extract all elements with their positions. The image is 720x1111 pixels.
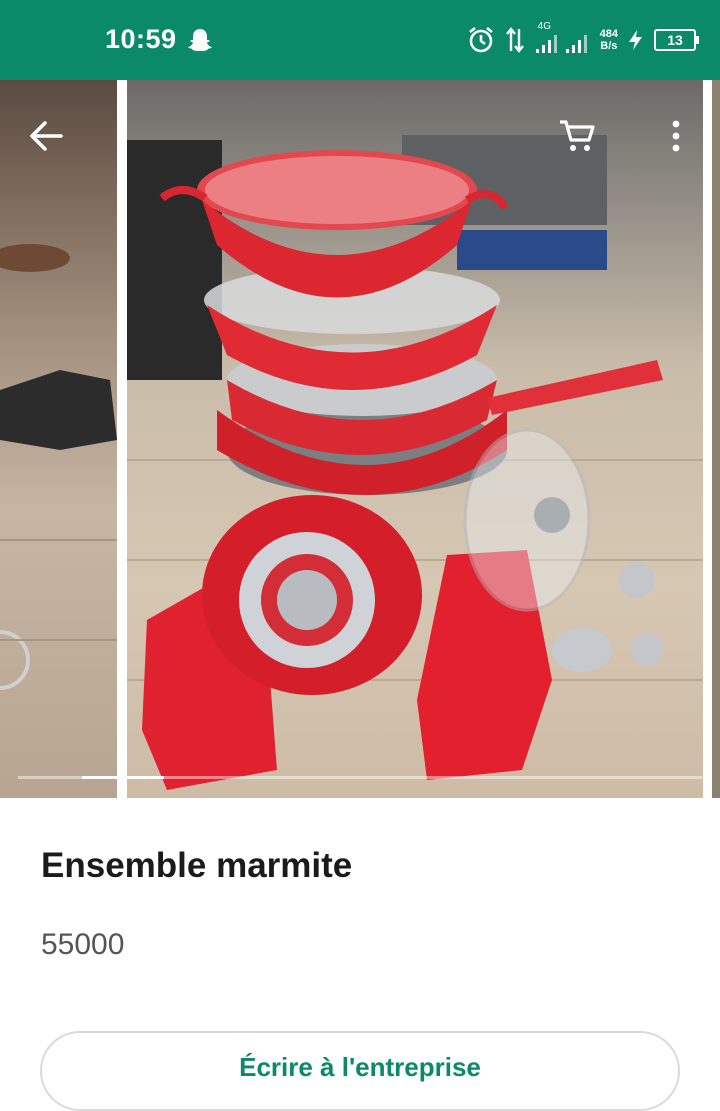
- signal-group: 4G: [534, 21, 592, 55]
- gallery-image-next[interactable]: [712, 80, 720, 798]
- product-title: Ensemble marmite: [41, 846, 353, 885]
- cart-icon[interactable]: [558, 118, 598, 154]
- alarm-icon: [468, 26, 493, 53]
- gallery-image-previous[interactable]: [0, 80, 117, 798]
- charging-icon: [629, 30, 642, 50]
- snapchat-ghost-icon: [188, 29, 212, 51]
- data-arrows-icon: [505, 27, 524, 53]
- status-icons: 4G 484 B/s 13: [466, 21, 699, 58]
- product-image-gallery[interactable]: [0, 80, 720, 798]
- gallery-divider: [117, 80, 127, 798]
- previous-photo-illustration: [0, 244, 117, 690]
- more-vert-icon[interactable]: [668, 118, 684, 154]
- product-price: 55000: [41, 928, 125, 961]
- message-business-button[interactable]: Écrire à l'entreprise: [40, 1031, 680, 1111]
- gallery-image-current[interactable]: [127, 80, 703, 798]
- network-speed: 484 B/s: [599, 28, 618, 52]
- battery-indicator: 13: [654, 29, 699, 51]
- back-arrow-icon[interactable]: [27, 118, 67, 154]
- signal-icon: [535, 35, 587, 53]
- status-time: 10:59: [105, 24, 177, 54]
- status-bar: 10:59 4G 484 B/s 13: [0, 0, 720, 80]
- gallery-progress-indicator: [82, 776, 164, 779]
- cookware-photo-illustration: [127, 135, 703, 790]
